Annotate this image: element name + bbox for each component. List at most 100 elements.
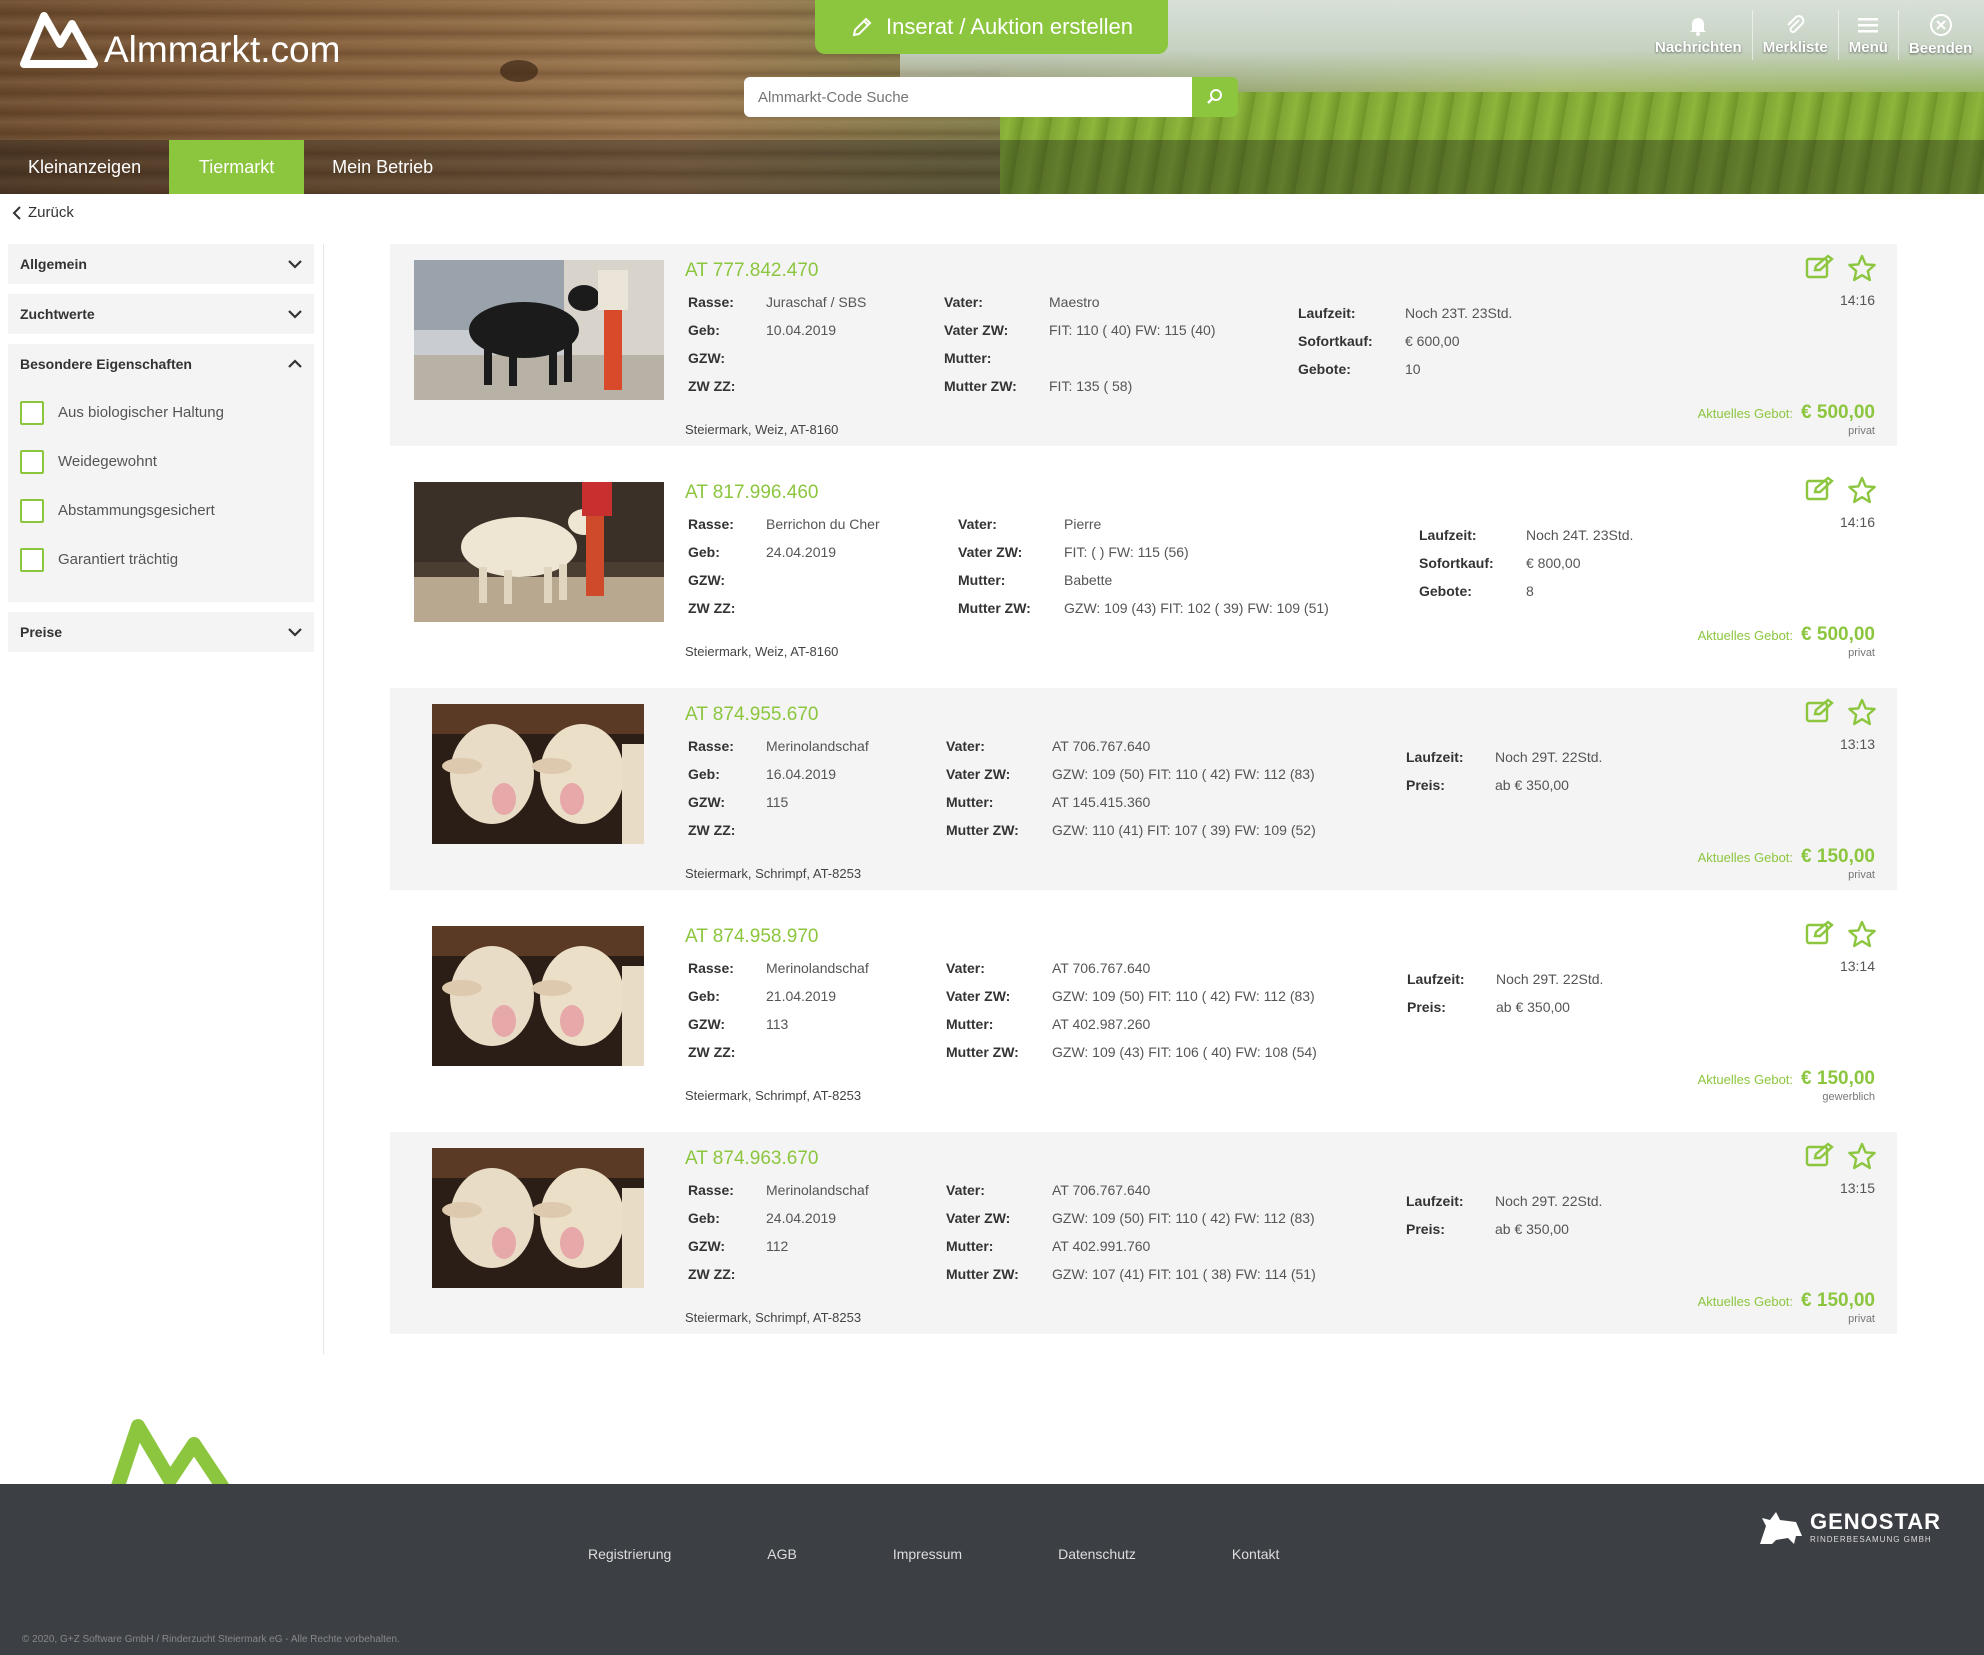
listing-parents-info: Vater: AT 706.767.640 Vater ZW: GZW: 109 (…: [946, 954, 1317, 1066]
footer-link-impressum[interactable]: Impressum: [893, 1546, 962, 1562]
menu-button[interactable]: Menü: [1837, 10, 1898, 60]
label-rasse: Rasse:: [688, 1182, 734, 1198]
footer-links: Registrierung AGB Impressum Datenschutz …: [588, 1546, 1375, 1562]
edit-icon[interactable]: [1805, 254, 1835, 280]
partner-name: GENOSTAR: [1810, 1508, 1942, 1534]
listing-item[interactable]: AT 777.842.470 Rasse: Juraschaf / SBS Geb…: [390, 244, 1897, 446]
logo-text: Almmarkt.com: [104, 29, 341, 70]
label-zwzz: ZW ZZ:: [688, 822, 736, 838]
term-label: Laufzeit:: [1407, 971, 1465, 987]
back-link[interactable]: Zurück: [12, 204, 74, 221]
value-mutter-zw: GZW: 109 (43) FIT: 102 ( 39) FW: 109 (51…: [1064, 600, 1329, 616]
listing-photo[interactable]: [414, 260, 664, 400]
notifications-button[interactable]: Nachrichten: [1645, 10, 1752, 60]
checkbox-weide[interactable]: Weidegewohnt: [20, 437, 302, 486]
footer-link-registrierung[interactable]: Registrierung: [588, 1546, 671, 1562]
footer-link-datenschutz[interactable]: Datenschutz: [1058, 1546, 1136, 1562]
paperclip-icon: [1787, 15, 1805, 33]
listing-item[interactable]: AT 874.963.670 Rasse: Merinolandschaf Geb…: [390, 1132, 1897, 1334]
filter-label: Allgemein: [20, 256, 87, 272]
filter-header-allgemein[interactable]: Allgemein: [8, 244, 314, 284]
watchlist-button[interactable]: Merkliste: [1751, 10, 1838, 60]
tab-kleinanzeigen[interactable]: Kleinanzeigen: [0, 140, 169, 194]
star-icon[interactable]: [1847, 476, 1877, 504]
listing-id[interactable]: AT 777.842.470: [685, 260, 818, 282]
menu-label: Menü: [1848, 39, 1888, 56]
merino-sheep-photo: [432, 926, 644, 1066]
mountain-logo-icon: [20, 12, 98, 68]
label-vater-zw: Vater ZW:: [946, 988, 1011, 1004]
header-banner: Almmarkt.com Inserat / Auktion erstellen…: [0, 0, 1984, 194]
edit-icon[interactable]: [1805, 920, 1835, 946]
value-mutter-zw: GZW: 109 (43) FIT: 106 ( 40) FW: 108 (54…: [1052, 1044, 1317, 1060]
listing-item[interactable]: AT 874.955.670 Rasse: Merinolandschaf Geb…: [390, 688, 1897, 890]
checkbox-traechtig[interactable]: Garantiert trächtig: [20, 535, 302, 584]
checkbox-box[interactable]: [20, 498, 44, 523]
checkbox-label: Garantiert trächtig: [58, 551, 179, 568]
filter-header-besondere-eigenschaften[interactable]: Besondere Eigenschaften: [8, 344, 314, 384]
label-vater: Vater:: [946, 960, 985, 976]
star-icon[interactable]: [1847, 698, 1877, 726]
site-logo[interactable]: Almmarkt.com: [20, 10, 341, 70]
search-button[interactable]: [1192, 77, 1238, 117]
create-listing-button[interactable]: Inserat / Auktion erstellen: [815, 0, 1168, 54]
value-vater: AT 706.767.640: [1052, 1182, 1151, 1198]
tab-tiermarkt[interactable]: Tiermarkt: [169, 140, 305, 194]
edit-icon[interactable]: [1805, 476, 1835, 502]
tab-mein-betrieb[interactable]: Mein Betrieb: [304, 140, 461, 194]
value-vater-zw: GZW: 109 (50) FIT: 110 ( 42) FW: 112 (83…: [1052, 1210, 1315, 1226]
checkbox-bio[interactable]: Aus biologischer Haltung: [20, 388, 302, 437]
term-value: ab € 350,00: [1495, 777, 1569, 793]
listing-item[interactable]: AT 874.958.970 Rasse: Merinolandschaf Geb…: [390, 910, 1897, 1112]
filter-header-preise[interactable]: Preise: [8, 612, 314, 652]
listing-photo[interactable]: [432, 704, 644, 844]
term-label: Sofortkauf:: [1419, 555, 1494, 571]
seller-type: privat: [1848, 869, 1875, 881]
code-search: [744, 77, 1238, 117]
checkbox-box[interactable]: [20, 400, 44, 425]
listing-id[interactable]: AT 874.958.970: [685, 926, 818, 948]
filter-header-zuchtwerte[interactable]: Zuchtwerte: [8, 294, 314, 334]
search-input[interactable]: [744, 77, 1192, 117]
listing-id[interactable]: AT 817.996.460: [685, 482, 818, 504]
label-mutter-zw: Mutter ZW:: [946, 1266, 1019, 1282]
edit-icon[interactable]: [1805, 698, 1835, 724]
create-listing-label: Inserat / Auktion erstellen: [885, 14, 1134, 39]
label-rasse: Rasse:: [688, 516, 734, 532]
logout-label: Beenden: [1908, 40, 1973, 57]
listing-id[interactable]: AT 874.963.670: [685, 1148, 818, 1170]
current-bid: Aktuelles Gebot: € 150,00: [1698, 846, 1875, 868]
edit-icon[interactable]: [1805, 1142, 1835, 1168]
value-geb: 24.04.2019: [766, 544, 837, 560]
checkbox-box[interactable]: [20, 547, 44, 572]
label-mutter-zw: Mutter ZW:: [946, 822, 1019, 838]
star-icon[interactable]: [1847, 254, 1877, 282]
partner-text: GENOSTAR RINDERBESAMUNG GMBH: [1810, 1509, 1941, 1544]
partner-logo[interactable]: GENOSTAR RINDERBESAMUNG GMBH: [1756, 1506, 1941, 1546]
filter-label: Besondere Eigenschaften: [20, 356, 192, 372]
listing-time: 13:15: [1839, 1180, 1875, 1196]
checkbox-abstammung[interactable]: Abstammungsgesichert: [20, 486, 302, 535]
star-icon[interactable]: [1847, 920, 1877, 948]
listing-animal-info: Rasse: Merinolandschaf Geb: 16.04.2019 GZW…: [688, 732, 869, 844]
label-vater-zw: Vater ZW:: [946, 766, 1011, 782]
label-gzw: GZW:: [688, 350, 726, 366]
footer-link-agb[interactable]: AGB: [767, 1546, 797, 1562]
listing-photo[interactable]: [414, 482, 664, 622]
listing-photo[interactable]: [432, 1148, 644, 1288]
listing-id[interactable]: AT 874.955.670: [685, 704, 818, 726]
value-mutter: Babette: [1064, 572, 1113, 588]
listing-item[interactable]: AT 817.996.460 Rasse: Berrichon du Cher G…: [390, 466, 1897, 668]
wood-knot: [500, 60, 538, 82]
value-mutter-zw: FIT: 135 ( 58): [1049, 378, 1133, 394]
star-icon[interactable]: [1847, 1142, 1877, 1170]
footer-link-kontakt[interactable]: Kontakt: [1232, 1546, 1279, 1562]
listing-parents-info: Vater: AT 706.767.640 Vater ZW: GZW: 109 (…: [946, 1176, 1316, 1288]
checkbox-box[interactable]: [20, 449, 44, 474]
value-vater: Maestro: [1049, 294, 1100, 310]
filter-label: Preise: [20, 624, 63, 640]
value-mutter-zw: GZW: 110 (41) FIT: 107 ( 39) FW: 109 (52…: [1052, 822, 1316, 838]
listing-photo[interactable]: [432, 926, 644, 1066]
bull-icon: [1760, 1512, 1802, 1544]
logout-button[interactable]: Beenden: [1897, 10, 1982, 60]
